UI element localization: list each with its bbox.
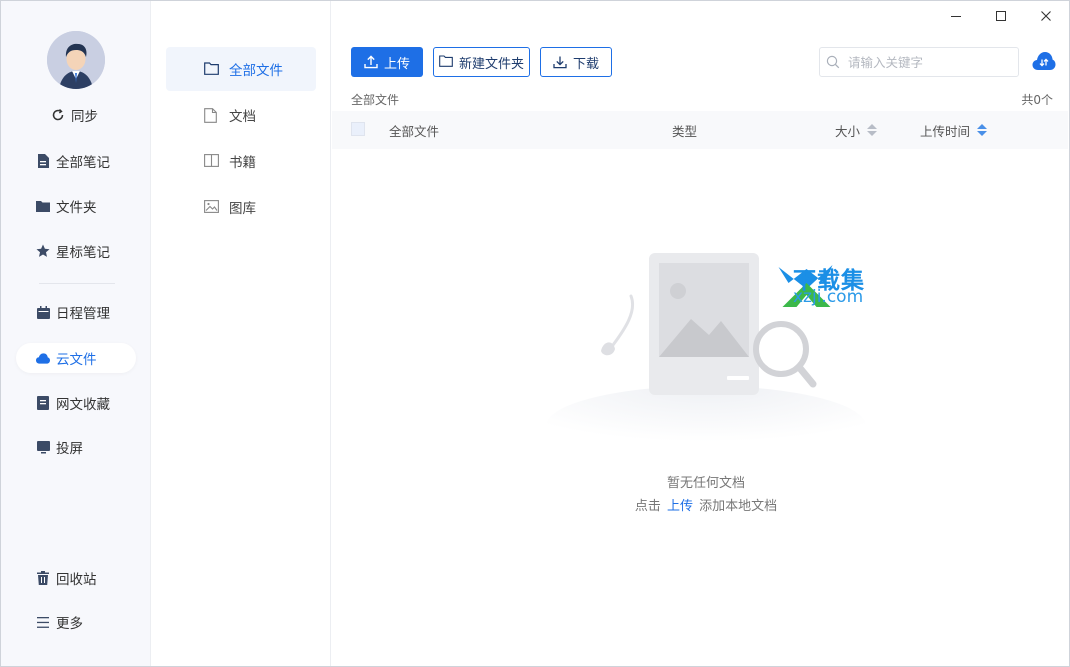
image-icon bbox=[204, 199, 219, 215]
sidebar-item-more[interactable]: 更多 bbox=[16, 607, 136, 637]
breadcrumb: 全部文件 bbox=[351, 93, 400, 107]
upload-button[interactable]: 上传 bbox=[351, 47, 423, 77]
screen-icon bbox=[36, 440, 50, 454]
column-size-label: 大小 bbox=[835, 123, 861, 139]
sidebar-item-label: 星标笔记 bbox=[56, 245, 110, 261]
sidebar-item-label: 回收站 bbox=[56, 572, 97, 588]
maximize-button[interactable] bbox=[978, 3, 1024, 29]
download-label: 下载 bbox=[572, 56, 599, 72]
search-box bbox=[819, 47, 1019, 77]
calendar-icon bbox=[36, 305, 50, 319]
folder-item-all-files[interactable]: 全部文件 bbox=[166, 47, 316, 91]
upload-icon bbox=[364, 55, 378, 69]
empty-upload-link[interactable]: 上传 bbox=[667, 499, 693, 514]
folder-item-books[interactable]: 书籍 bbox=[166, 139, 316, 183]
close-icon bbox=[1041, 11, 1051, 21]
upload-label: 上传 bbox=[383, 56, 410, 72]
sidebar-item-label: 日程管理 bbox=[56, 306, 110, 322]
close-button[interactable] bbox=[1023, 3, 1069, 29]
folder-item-gallery[interactable]: 图库 bbox=[166, 185, 316, 229]
menu-icon bbox=[36, 615, 50, 629]
table-header: 全部文件 类型 大小 上传时间 bbox=[332, 111, 1068, 149]
download-icon bbox=[553, 55, 567, 69]
minimize-button[interactable] bbox=[933, 3, 979, 29]
cloud-sync-button[interactable] bbox=[1032, 51, 1056, 73]
download-button[interactable]: 下载 bbox=[540, 47, 612, 77]
folder-panel: 全部文件 文档 书籍 图库 bbox=[151, 1, 331, 666]
sidebar-divider bbox=[39, 283, 115, 284]
document-icon bbox=[36, 154, 50, 168]
star-icon bbox=[36, 244, 50, 258]
folder-item-label: 全部文件 bbox=[229, 63, 283, 79]
cloud-transfer-icon bbox=[1032, 52, 1056, 70]
sync-icon bbox=[51, 108, 65, 122]
search-icon bbox=[826, 55, 840, 69]
folder-outline-icon bbox=[204, 61, 219, 77]
sort-icon[interactable] bbox=[977, 124, 988, 136]
maximize-icon bbox=[996, 11, 1006, 21]
column-upload-time-label: 上传时间 bbox=[920, 123, 971, 139]
column-upload-time[interactable]: 上传时间 bbox=[920, 111, 988, 149]
avatar[interactable] bbox=[47, 31, 105, 89]
select-all-checkbox[interactable] bbox=[351, 122, 365, 136]
sidebar-item-label: 文件夹 bbox=[56, 200, 97, 216]
cloud-icon bbox=[36, 351, 50, 365]
sidebar: 同步 全部笔记 文件夹 星标笔记 日程管理 云文件 网文收藏 投屏 回收站 更多 bbox=[1, 1, 151, 666]
folder-item-label: 书籍 bbox=[229, 155, 256, 171]
app-window: 同步 全部笔记 文件夹 星标笔记 日程管理 云文件 网文收藏 投屏 回收站 更多… bbox=[0, 0, 1070, 667]
sidebar-item-starred[interactable]: 星标笔记 bbox=[16, 236, 136, 266]
sidebar-item-label: 更多 bbox=[56, 616, 83, 632]
column-size[interactable]: 大小 bbox=[835, 111, 878, 149]
avatar-image bbox=[47, 31, 105, 89]
sidebar-item-schedule[interactable]: 日程管理 bbox=[16, 297, 136, 327]
empty-state-hint: 点击 上传 添加本地文档 bbox=[541, 495, 871, 514]
file-icon bbox=[204, 107, 219, 123]
sidebar-item-folders[interactable]: 文件夹 bbox=[16, 191, 136, 221]
sidebar-item-label: 全部笔记 bbox=[56, 155, 110, 171]
sidebar-item-web-favorites[interactable]: 网文收藏 bbox=[16, 388, 136, 418]
sort-icon[interactable] bbox=[867, 124, 878, 136]
folder-item-label: 文档 bbox=[229, 109, 256, 125]
new-folder-label: 新建文件夹 bbox=[458, 56, 524, 72]
empty-hint-suffix: 添加本地文档 bbox=[699, 499, 778, 514]
column-type: 类型 bbox=[672, 123, 698, 139]
empty-state-title: 暂无任何文档 bbox=[666, 476, 745, 491]
sidebar-item-label: 投屏 bbox=[56, 441, 83, 457]
search-input[interactable] bbox=[848, 54, 1008, 70]
sidebar-item-trash[interactable]: 回收站 bbox=[16, 563, 136, 593]
sync-label: 同步 bbox=[71, 109, 98, 125]
column-name: 全部文件 bbox=[389, 123, 440, 139]
folder-item-documents[interactable]: 文档 bbox=[166, 93, 316, 137]
folder-icon bbox=[36, 199, 50, 213]
folder-outline-icon bbox=[439, 55, 453, 69]
minimize-icon bbox=[951, 16, 961, 17]
sidebar-item-cloud-files[interactable]: 云文件 bbox=[16, 343, 136, 373]
sidebar-item-cast[interactable]: 投屏 bbox=[16, 432, 136, 462]
sync-button[interactable]: 同步 bbox=[51, 100, 121, 130]
book-icon bbox=[204, 153, 219, 169]
sidebar-item-label: 网文收藏 bbox=[56, 397, 110, 413]
watermark-en: xzji.com bbox=[793, 287, 864, 307]
trash-icon bbox=[36, 571, 50, 585]
sidebar-item-label: 云文件 bbox=[56, 352, 97, 368]
bookmark-icon bbox=[36, 396, 50, 410]
file-count: 共0个 bbox=[1021, 93, 1053, 107]
new-folder-button[interactable]: 新建文件夹 bbox=[433, 47, 530, 77]
empty-hint-prefix: 点击 bbox=[634, 499, 661, 514]
sidebar-item-all-notes[interactable]: 全部笔记 bbox=[16, 146, 136, 176]
folder-item-label: 图库 bbox=[229, 201, 256, 217]
